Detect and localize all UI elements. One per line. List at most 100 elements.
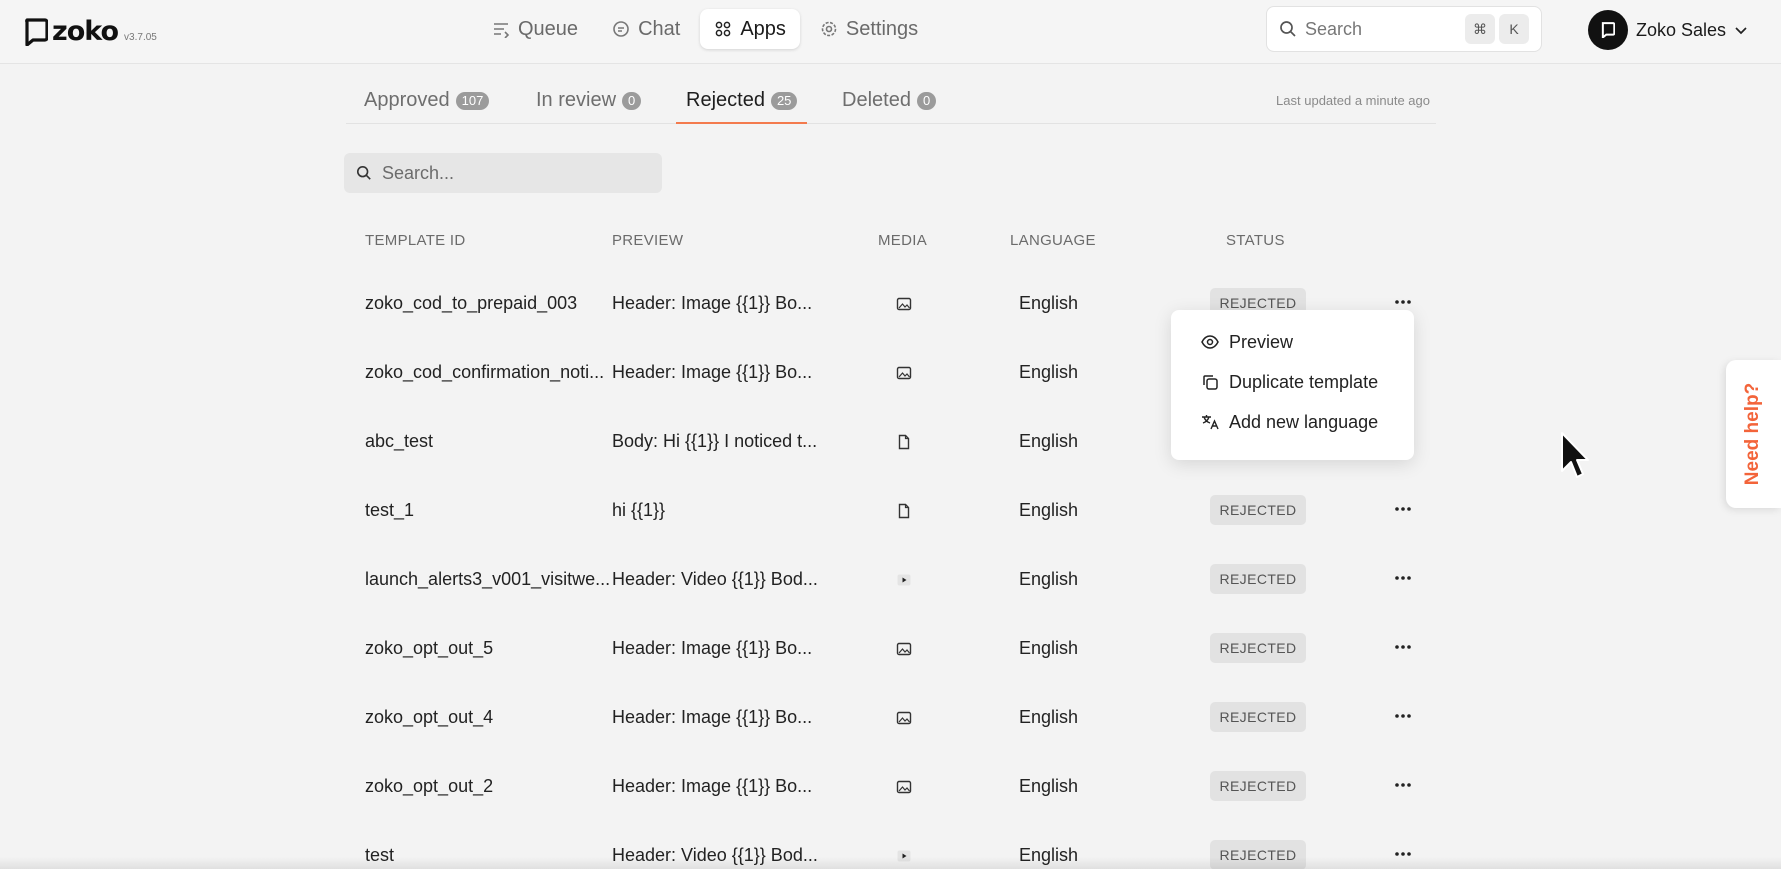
menu-item-add-language[interactable]: Add new language (1171, 402, 1414, 442)
chat-icon (613, 21, 629, 37)
template-id: test_1 (365, 500, 415, 520)
more-horizontal-icon (1395, 300, 1411, 304)
tab-rejected[interactable]: Rejected 25 (675, 78, 808, 124)
bottom-shadow (0, 857, 1781, 869)
more-horizontal-icon (1395, 783, 1411, 787)
account-menu[interactable]: Zoko Sales (1588, 10, 1748, 50)
image-icon (894, 708, 914, 728)
nav-apps[interactable]: Apps (700, 9, 800, 49)
nav-chat-label: Chat (638, 17, 681, 40)
tab-in-review-label: In review (536, 89, 617, 111)
tab-rejected-count: 25 (770, 91, 798, 110)
last-updated: Last updated a minute ago (1276, 93, 1430, 108)
template-preview: Header: Image {{1}} Bo... (612, 638, 813, 658)
shortcut-key: K (1499, 14, 1529, 44)
status-badge: REJECTED (1210, 771, 1306, 801)
tab-deleted-label: Deleted (842, 89, 911, 111)
more-horizontal-icon (1395, 714, 1411, 718)
chevron-down-icon (1735, 27, 1747, 35)
translate-icon (1202, 415, 1219, 430)
logo[interactable]: zoko v3.7.05 (24, 12, 157, 47)
template-preview: Header: Image {{1}} Bo... (612, 293, 813, 313)
nav-settings[interactable]: Settings (806, 9, 932, 49)
app-version: v3.7.05 (124, 32, 157, 43)
template-search-input[interactable] (382, 162, 642, 184)
document-icon (894, 501, 914, 521)
eye-icon (1201, 335, 1219, 349)
template-preview: Header: Image {{1}} Bo... (612, 362, 813, 382)
template-language: English (1019, 638, 1079, 658)
status-badge: REJECTED (1210, 633, 1306, 663)
column-header-status: STATUS (1226, 232, 1285, 249)
template-language: English (1019, 362, 1079, 382)
global-search-placeholder: Search (1305, 18, 1363, 39)
global-search[interactable]: Search ⌘ K (1266, 6, 1542, 52)
tab-in-review-count: 0 (622, 91, 642, 110)
need-help-button[interactable]: Need help? (1726, 360, 1781, 508)
table-row[interactable]: zoko_opt_out_5 Header: Image {{1}} Bo... E… (346, 614, 1436, 684)
nav-queue[interactable]: Queue (478, 9, 592, 49)
gear-icon (821, 21, 837, 37)
template-language: English (1019, 431, 1079, 451)
template-language: English (1019, 707, 1079, 727)
video-icon (894, 570, 914, 590)
account-name: Zoko Sales (1636, 19, 1727, 40)
more-actions-button[interactable] (1388, 494, 1418, 524)
image-icon (894, 639, 914, 659)
queue-icon (494, 23, 510, 38)
table-row[interactable]: zoko_opt_out_2 Header: Image {{1}} Bo... E… (346, 752, 1436, 822)
shortcut-mod-key: ⌘ (1465, 14, 1495, 44)
column-header-template-id: TEMPLATE ID (365, 232, 466, 249)
table-row[interactable]: launch_alerts3_v001_visitwe... Header: Vi… (346, 545, 1436, 615)
template-id: zoko_cod_confirmation_noti... (365, 362, 605, 382)
tab-approved-label: Approved (364, 89, 450, 111)
tab-deleted[interactable]: Deleted 0 (842, 78, 937, 123)
image-icon (894, 363, 914, 383)
template-preview: Header: Image {{1}} Bo... (612, 776, 813, 796)
tab-deleted-count: 0 (916, 91, 937, 110)
more-actions-button[interactable] (1388, 701, 1418, 731)
template-preview: Body: Hi {{1}} I noticed t... (612, 431, 818, 451)
menu-item-preview[interactable]: Preview (1171, 322, 1414, 362)
status-badge: REJECTED (1210, 495, 1306, 525)
nav-settings-label: Settings (845, 17, 919, 40)
template-preview: Header: Image {{1}} Bo... (612, 707, 813, 727)
table-row[interactable]: zoko_opt_out_4 Header: Image {{1}} Bo... E… (346, 683, 1436, 753)
template-search[interactable] (344, 153, 662, 193)
image-icon (894, 294, 914, 314)
column-header-language: LANGUAGE (1010, 232, 1096, 249)
template-id: zoko_cod_to_prepaid_003 (365, 293, 578, 313)
template-preview: Header: Video {{1}} Bod... (612, 569, 818, 589)
status-tabs: Approved 107 In review 0 Rejected 25 Del… (346, 78, 1436, 124)
tab-rejected-label: Rejected (686, 89, 765, 111)
template-language: English (1019, 500, 1079, 520)
app-name: zoko (52, 16, 119, 47)
table-row[interactable]: test_1 hi {{1}} English REJECTED (346, 476, 1436, 546)
nav-apps-label: Apps (740, 17, 786, 40)
nav-chat[interactable]: Chat (598, 9, 694, 49)
row-actions-menu: Preview Duplicate template Add new langu… (1171, 310, 1414, 460)
mouse-cursor-icon (1561, 432, 1589, 478)
menu-item-duplicate-label: Duplicate template (1229, 371, 1379, 392)
tab-in-review[interactable]: In review 0 (536, 78, 642, 123)
menu-item-preview-label: Preview (1229, 331, 1294, 352)
tab-approved[interactable]: Approved 107 (364, 78, 490, 123)
more-actions-button[interactable] (1388, 563, 1418, 593)
image-icon (894, 777, 914, 797)
avatar-logo-icon (1601, 22, 1615, 38)
template-language: English (1019, 293, 1079, 313)
template-language: English (1019, 569, 1079, 589)
menu-item-add-language-label: Add new language (1229, 411, 1379, 432)
main-nav: Queue Chat Apps Settings (478, 9, 932, 49)
column-header-media: MEDIA (878, 232, 928, 249)
top-bar: zoko v3.7.05 Queue Chat Apps Settings Se… (0, 0, 1781, 64)
search-icon (356, 165, 371, 180)
menu-item-duplicate[interactable]: Duplicate template (1171, 362, 1414, 402)
more-actions-button[interactable] (1388, 632, 1418, 662)
nav-queue-label: Queue (518, 17, 579, 40)
logo-icon (25, 18, 48, 46)
more-actions-button[interactable] (1388, 770, 1418, 800)
template-id: abc_test (365, 431, 434, 451)
document-icon (894, 432, 914, 452)
tab-approved-count: 107 (455, 91, 490, 110)
